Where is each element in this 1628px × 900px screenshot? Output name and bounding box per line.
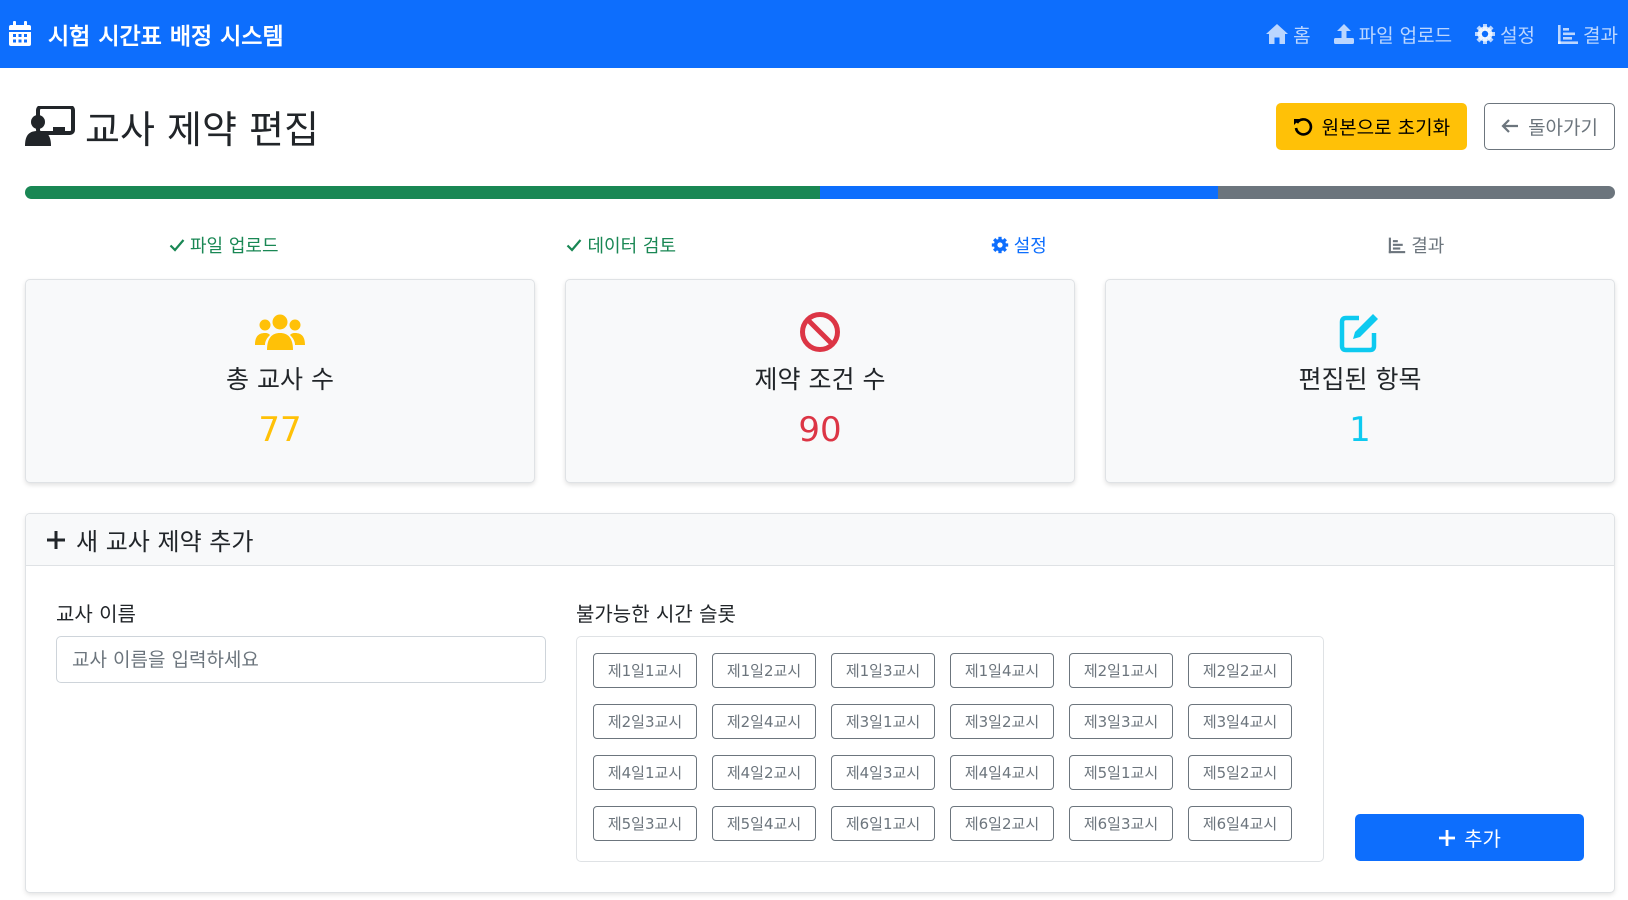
time-slot-toggle[interactable]: 제5일2교시 bbox=[1188, 755, 1292, 790]
time-slot-toggle[interactable]: 제3일1교시 bbox=[831, 704, 935, 739]
nav-link-settings[interactable]: 설정 bbox=[1474, 21, 1535, 48]
unavailable-slots-label: 불가능한 시간 슬롯 bbox=[576, 602, 736, 626]
calendar-icon bbox=[8, 21, 48, 47]
reset-label: 원본으로 초기화 bbox=[1321, 116, 1451, 139]
stat-value: 77 bbox=[258, 410, 302, 450]
check-icon bbox=[169, 238, 190, 252]
time-slot-toggle[interactable]: 제5일1교시 bbox=[1069, 755, 1173, 790]
progress-bar bbox=[25, 186, 1615, 199]
nav-label-home: 홈 bbox=[1293, 24, 1311, 47]
chart-icon bbox=[1557, 23, 1583, 45]
time-slot-toggle[interactable]: 제6일1교시 bbox=[831, 806, 935, 841]
brand-title: 시험 시간표 배정 시스템 bbox=[48, 24, 284, 50]
time-slot-toggle[interactable]: 제3일2교시 bbox=[950, 704, 1054, 739]
time-slot-toggle[interactable]: 제2일2교시 bbox=[1188, 653, 1292, 688]
time-slot-toggle[interactable]: 제4일3교시 bbox=[831, 755, 935, 790]
back-button[interactable]: 돌아가기 bbox=[1484, 102, 1615, 150]
stat-label: 제약 조건 수 bbox=[754, 365, 886, 394]
time-slot-toggle[interactable]: 제1일2교시 bbox=[712, 653, 816, 688]
step-label-settings: 설정 bbox=[1013, 236, 1047, 257]
progress-segment-current bbox=[820, 186, 1218, 199]
stat-card-constraints: 제약 조건 수 90 bbox=[565, 279, 1075, 483]
stat-label: 편집된 항목 bbox=[1298, 365, 1422, 394]
time-slot-toggle[interactable]: 제3일3교시 bbox=[1069, 704, 1173, 739]
step-review: 데이터 검토 bbox=[423, 232, 821, 258]
gear-icon bbox=[991, 236, 1014, 254]
step-indicator: 파일 업로드 데이터 검토 설정 결과 bbox=[25, 232, 1615, 258]
stat-card-edited: 편집된 항목 1 bbox=[1105, 279, 1615, 483]
check-icon bbox=[566, 238, 587, 252]
users-icon bbox=[255, 310, 305, 354]
step-label-upload: 파일 업로드 bbox=[189, 236, 279, 257]
step-label-review: 데이터 검토 bbox=[587, 236, 677, 257]
time-slot-toggle[interactable]: 제4일4교시 bbox=[950, 755, 1054, 790]
nav-label-settings: 설정 bbox=[1500, 24, 1536, 47]
time-slot-toggle[interactable]: 제2일1교시 bbox=[1069, 653, 1173, 688]
time-slot-toggle[interactable]: 제2일4교시 bbox=[712, 704, 816, 739]
add-card-title: 새 교사 제약 추가 bbox=[76, 528, 254, 556]
time-slot-toggle[interactable]: 제5일3교시 bbox=[593, 806, 697, 841]
nav-label-upload: 파일 업로드 bbox=[1358, 24, 1453, 47]
nav-link-home[interactable]: 홈 bbox=[1265, 21, 1311, 48]
step-label-results: 결과 bbox=[1411, 236, 1445, 257]
add-button-label: 추가 bbox=[1464, 827, 1501, 851]
progress-segment-remaining bbox=[1217, 186, 1615, 199]
progress-segment-done bbox=[25, 186, 820, 199]
reset-button[interactable]: 원본으로 초기화 bbox=[1275, 102, 1468, 150]
page-title-text: 교사 제약 편집 bbox=[85, 107, 319, 152]
home-icon bbox=[1265, 23, 1293, 45]
teacher-name-label: 교사 이름 bbox=[56, 602, 136, 626]
nav-links: 홈 파일 업로드 설정 결과 bbox=[1243, 21, 1618, 48]
step-settings: 설정 bbox=[820, 232, 1218, 258]
nav-link-results[interactable]: 결과 bbox=[1557, 21, 1618, 48]
nav-label-results: 결과 bbox=[1583, 24, 1618, 47]
edit-icon bbox=[1339, 310, 1381, 354]
step-upload: 파일 업로드 bbox=[25, 232, 423, 258]
arrow-left-icon bbox=[1501, 118, 1528, 134]
time-slot-toggle[interactable]: 제6일4교시 bbox=[1188, 806, 1292, 841]
teacher-icon bbox=[25, 106, 85, 146]
navbar: 시험 시간표 배정 시스템 홈 파일 업로드 설정 결과 bbox=[0, 0, 1628, 68]
plus-icon bbox=[46, 530, 76, 550]
upload-icon bbox=[1333, 23, 1359, 45]
add-card-header: 새 교사 제약 추가 bbox=[26, 514, 1614, 566]
time-slot-toggle[interactable]: 제2일3교시 bbox=[593, 704, 697, 739]
add-constraint-button[interactable]: 추가 bbox=[1355, 814, 1584, 861]
nav-link-upload[interactable]: 파일 업로드 bbox=[1333, 21, 1452, 48]
time-slot-toggle[interactable]: 제3일4교시 bbox=[1188, 704, 1292, 739]
brand[interactable]: 시험 시간표 배정 시스템 bbox=[8, 17, 284, 51]
header-actions: 원본으로 초기화 돌아가기 bbox=[1275, 102, 1615, 150]
stat-card-teachers: 총 교사 수 77 bbox=[25, 279, 535, 483]
add-constraint-card: 새 교사 제약 추가 교사 이름 불가능한 시간 슬롯 제1일1교시 제1일2교시… bbox=[25, 513, 1615, 893]
teacher-name-input[interactable] bbox=[56, 636, 546, 683]
time-slot-toggle[interactable]: 제4일2교시 bbox=[712, 755, 816, 790]
time-slot-toggle[interactable]: 제6일3교시 bbox=[1069, 806, 1173, 841]
time-slot-toggle[interactable]: 제5일4교시 bbox=[712, 806, 816, 841]
stat-value: 1 bbox=[1349, 410, 1371, 450]
gear-icon bbox=[1474, 23, 1500, 45]
ban-icon bbox=[799, 310, 841, 354]
time-slot-toggle[interactable]: 제1일3교시 bbox=[831, 653, 935, 688]
time-slot-toggle[interactable]: 제1일4교시 bbox=[950, 653, 1054, 688]
time-slot-toggle[interactable]: 제6일2교시 bbox=[950, 806, 1054, 841]
time-slot-toggle[interactable]: 제1일1교시 bbox=[593, 653, 697, 688]
page-title: 교사 제약 편집 bbox=[25, 99, 319, 154]
time-slot-toggle[interactable]: 제4일1교시 bbox=[593, 755, 697, 790]
plus-icon bbox=[1438, 829, 1464, 847]
slot-checkbox-group: 제1일1교시 제1일2교시 제1일3교시 제1일4교시 제2일1교시 제2일2교시제2일3… bbox=[576, 636, 1324, 862]
back-label: 돌아가기 bbox=[1528, 116, 1598, 139]
chart-icon bbox=[1388, 236, 1411, 254]
page-header: 교사 제약 편집 원본으로 초기화 돌아가기 bbox=[25, 96, 1615, 156]
undo-icon bbox=[1293, 116, 1322, 136]
stat-label: 총 교사 수 bbox=[226, 365, 334, 394]
step-results: 결과 bbox=[1218, 232, 1616, 258]
stat-value: 90 bbox=[798, 410, 842, 450]
